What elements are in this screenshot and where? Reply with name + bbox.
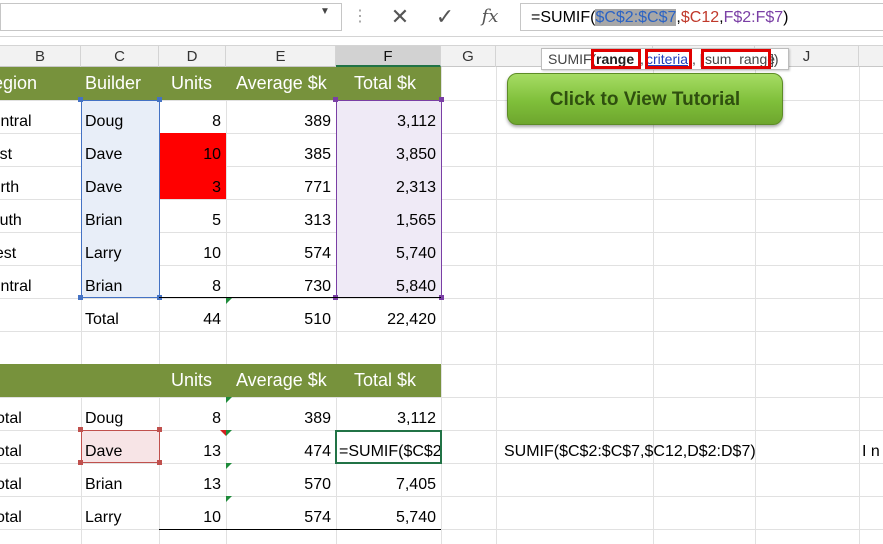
cell-average[interactable]: 313 (226, 204, 336, 237)
cell-average[interactable]: 730 (226, 270, 336, 303)
cell-builder[interactable]: Dave (81, 138, 159, 171)
chevron-down-icon[interactable]: ▼ (320, 6, 330, 17)
cell-label[interactable]: Total (0, 501, 81, 534)
cell-total-average[interactable]: 510 (226, 303, 336, 336)
cell-total[interactable]: 7,405 (336, 468, 441, 501)
red-annotation-box (591, 49, 641, 69)
cell-units[interactable]: 13 (159, 435, 226, 468)
cell-region[interactable]: Central (0, 105, 81, 138)
cell-average[interactable]: 389 (226, 105, 336, 138)
header-units[interactable]: Units (159, 364, 226, 397)
cell-units[interactable]: 8 (159, 270, 226, 303)
cell-total[interactable]: 3,112 (336, 402, 441, 435)
cell-builder[interactable]: Doug (81, 105, 159, 138)
range-handle[interactable] (333, 97, 338, 102)
cell-average[interactable]: 385 (226, 138, 336, 171)
col-line (859, 67, 860, 544)
col-line (755, 67, 756, 544)
header-region[interactable]: Region (0, 67, 81, 100)
formula-criteria-ref: $C12 (680, 9, 720, 26)
insert-function-icon[interactable]: fx (476, 3, 504, 31)
cell-total-label[interactable]: Total (81, 303, 159, 336)
cell-builder[interactable]: Dave (81, 435, 159, 468)
tooltip-function: SUMIF( (548, 51, 597, 67)
cell-average[interactable]: 570 (226, 468, 336, 501)
formula-prefix: =SUMIF( (531, 9, 596, 26)
header-total[interactable]: Total $k (336, 67, 441, 100)
cell-total-units[interactable]: 44 (159, 303, 226, 336)
cell-total[interactable]: 3,850 (336, 138, 441, 171)
cell-label[interactable]: Total (0, 468, 81, 501)
header-units[interactable]: Units (159, 67, 226, 100)
cell-units[interactable]: 8 (159, 105, 226, 138)
cell-region[interactable]: East (0, 138, 81, 171)
cell-region[interactable]: South (0, 204, 81, 237)
column-header-c[interactable]: C (81, 46, 159, 67)
range-handle[interactable] (439, 97, 444, 102)
enter-icon[interactable]: ✓ (431, 3, 459, 31)
cell-total[interactable]: 3,112 (336, 105, 441, 138)
cell-builder[interactable]: Doug (81, 402, 159, 435)
formula-sum-range-ref: F$2:F$7 (723, 9, 784, 26)
total-border (159, 529, 441, 530)
view-tutorial-button[interactable]: Click to View Tutorial (507, 73, 783, 125)
cell-builder[interactable]: Larry (81, 501, 159, 534)
header-builder[interactable]: Builder (81, 67, 159, 100)
col-line (496, 67, 497, 544)
col-line (653, 67, 654, 544)
cell-units[interactable]: 5 (159, 204, 226, 237)
column-header-f[interactable]: F (336, 46, 441, 67)
cell-total-sum[interactable]: 22,420 (336, 303, 441, 336)
cell-units[interactable]: 3 (159, 171, 226, 204)
drag-handle-icon[interactable]: ⋮ (352, 6, 368, 26)
range-handle[interactable] (78, 97, 83, 102)
cell-label[interactable]: Total (0, 402, 81, 435)
column-header-b[interactable]: B (0, 46, 81, 67)
cell-units[interactable]: 10 (159, 138, 226, 171)
cell-builder[interactable]: Brian (81, 204, 159, 237)
cell-total[interactable]: 1,565 (336, 204, 441, 237)
clipped-text[interactable]: I n (862, 435, 883, 468)
formula-bar: ▼ ⋮ ✕ ✓ fx =SUMIF($C$2:$C$7,$C12,F$2:F$7… (0, 0, 883, 37)
cell-average[interactable]: 574 (226, 237, 336, 270)
name-box[interactable] (0, 3, 342, 31)
range-handle[interactable] (157, 97, 162, 102)
column-header-d[interactable]: D (159, 46, 226, 67)
cell-total[interactable]: 5,840 (336, 270, 441, 303)
column-header-k[interactable] (859, 46, 883, 67)
formula-suffix: ) (783, 9, 789, 26)
red-annotation-box (701, 49, 771, 69)
formula-text-note[interactable]: SUMIF($C$2:$C$7,$C12,D$2:D$7) (504, 435, 844, 468)
cell-average[interactable]: 474 (226, 435, 336, 468)
column-header-g[interactable]: G (441, 46, 496, 67)
cell-region[interactable]: North (0, 171, 81, 204)
cell-average[interactable]: 771 (226, 171, 336, 204)
cell-builder[interactable]: Brian (81, 270, 159, 303)
header-total[interactable]: Total $k (336, 364, 441, 397)
cell-region[interactable]: West (0, 237, 81, 270)
cell-units[interactable]: 13 (159, 468, 226, 501)
red-annotation-box (645, 49, 692, 69)
cell-builder[interactable]: Brian (81, 468, 159, 501)
cell-total[interactable]: 5,740 (336, 237, 441, 270)
total-border (159, 297, 441, 298)
function-tooltip: SUMIF( range , criteria , [ sum_range ]) (541, 48, 789, 70)
formula-input[interactable]: =SUMIF($C$2:$C$7,$C12,F$2:F$7) (520, 3, 883, 31)
cell-builder[interactable]: Larry (81, 237, 159, 270)
cell-region[interactable]: Central (0, 270, 81, 303)
cell-units[interactable]: 10 (159, 237, 226, 270)
header-average[interactable]: Average $k (226, 67, 336, 100)
cell-units[interactable]: 8 (159, 402, 226, 435)
cancel-icon[interactable]: ✕ (386, 3, 414, 31)
cell-builder[interactable]: Dave (81, 171, 159, 204)
cell-formula-edit[interactable]: =SUMIF($C$2 (338, 435, 440, 468)
tooltip-end: ]) (770, 51, 779, 67)
column-header-e[interactable]: E (226, 46, 336, 67)
header-average[interactable]: Average $k (226, 364, 336, 397)
cell-label[interactable]: Total (0, 435, 81, 468)
formula-range-ref: $C$2:$C$7 (595, 9, 677, 26)
cell-average[interactable]: 389 (226, 402, 336, 435)
cell-total[interactable]: 2,313 (336, 171, 441, 204)
